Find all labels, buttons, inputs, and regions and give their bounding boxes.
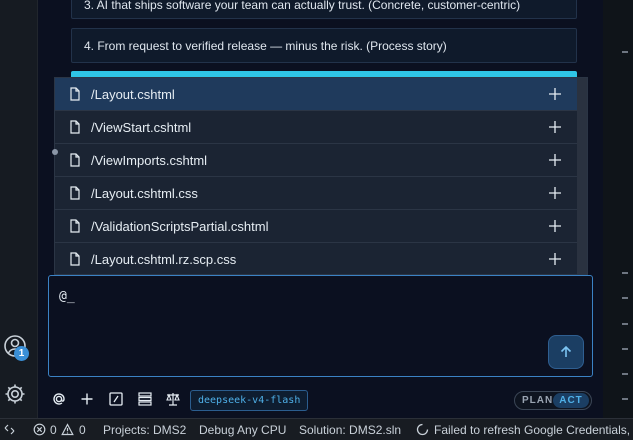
add-icon[interactable] <box>548 186 562 200</box>
mention-item-label: /Layout.cshtml.css <box>91 185 198 201</box>
warning-icon[interactable] <box>61 423 74 436</box>
remote-icon[interactable] <box>3 423 16 436</box>
file-icon <box>70 252 80 266</box>
loading-spinner-icon <box>416 423 429 436</box>
plus-icon[interactable] <box>79 391 95 407</box>
add-icon[interactable] <box>548 153 562 167</box>
option-text: 4. From request to verified release — mi… <box>84 38 447 53</box>
mention-item[interactable]: /ViewImports.cshtml <box>55 144 579 177</box>
build-config[interactable]: Debug Any CPU <box>199 423 286 437</box>
activity-bar: 1 <box>0 0 38 418</box>
mention-item-label: /ViewImports.cshtml <box>91 152 208 168</box>
error-icon[interactable] <box>33 423 46 436</box>
mention-dropdown: /Layout.cshtml /ViewStart.cshtml /ViewIm… <box>54 77 588 275</box>
mention-item-label: /Layout.cshtml.rz.scp.css <box>91 251 237 267</box>
add-icon[interactable] <box>548 219 562 233</box>
gear-icon[interactable] <box>3 382 27 406</box>
file-icon <box>70 153 80 167</box>
gutter-marker <box>622 398 628 400</box>
file-icon <box>70 186 80 200</box>
chat-input[interactable]: @_ <box>48 275 593 377</box>
scale-icon[interactable] <box>165 391 181 407</box>
option-card-3[interactable]: 3. AI that ships software your team can … <box>71 0 577 19</box>
gutter-marker <box>622 272 628 274</box>
act-mode[interactable]: ACT <box>553 393 589 408</box>
solution-status[interactable]: Solution: DMS2.sln <box>299 423 401 437</box>
add-icon[interactable] <box>548 87 562 101</box>
slash-command-icon[interactable] <box>108 391 124 407</box>
mention-item[interactable]: /ValidationScriptsPartial.cshtml <box>55 210 579 243</box>
gutter-marker <box>622 51 628 53</box>
mention-item[interactable]: /Layout.cshtml.rz.scp.css <box>55 243 579 274</box>
add-icon[interactable] <box>548 120 562 134</box>
plan-mode[interactable]: PLAN <box>522 395 553 406</box>
error-count[interactable]: 0 <box>50 423 57 437</box>
option-text: 3. AI that ships software your team can … <box>84 0 521 12</box>
mention-item[interactable]: /Layout.cshtml <box>55 78 579 111</box>
option-card-4[interactable]: 4. From request to verified release — mi… <box>71 28 577 63</box>
send-button[interactable] <box>548 335 584 369</box>
arrow-up-icon <box>560 345 572 357</box>
plan-act-toggle[interactable]: PLAN ACT <box>514 391 592 410</box>
file-icon <box>70 219 80 233</box>
rules-icon[interactable] <box>137 391 153 407</box>
gutter-marker <box>622 323 628 325</box>
mention-item-label: /Layout.cshtml <box>91 86 175 102</box>
gutter-marker <box>622 348 628 350</box>
mention-item-label: /ViewStart.cshtml <box>91 119 192 135</box>
mention-item-label: /ValidationScriptsPartial.cshtml <box>91 218 269 234</box>
editor-gutter <box>603 0 633 418</box>
file-icon <box>70 120 80 134</box>
notification-message[interactable]: Failed to refresh Google Credentials, r <box>434 423 633 437</box>
file-icon <box>70 87 80 101</box>
warning-count[interactable]: 0 <box>79 423 86 437</box>
model-selector[interactable]: deepseek-v4-flash <box>190 390 309 411</box>
mention-item[interactable]: /ViewStart.cshtml <box>55 111 579 144</box>
gutter-marker <box>622 297 628 299</box>
dropdown-scrollbar[interactable] <box>577 78 587 274</box>
gutter-marker <box>622 373 628 375</box>
chat-input-value: @_ <box>59 289 75 304</box>
drag-handle-dot <box>52 149 58 155</box>
projects-status[interactable]: Projects: DMS2 <box>103 423 186 437</box>
add-icon[interactable] <box>548 252 562 266</box>
status-bar: 0 0 Projects: DMS2 Debug Any CPU Solutio… <box>0 418 633 440</box>
at-icon[interactable] <box>51 391 67 407</box>
account-badge: 1 <box>14 346 29 361</box>
mention-item[interactable]: /Layout.cshtml.css <box>55 177 579 210</box>
